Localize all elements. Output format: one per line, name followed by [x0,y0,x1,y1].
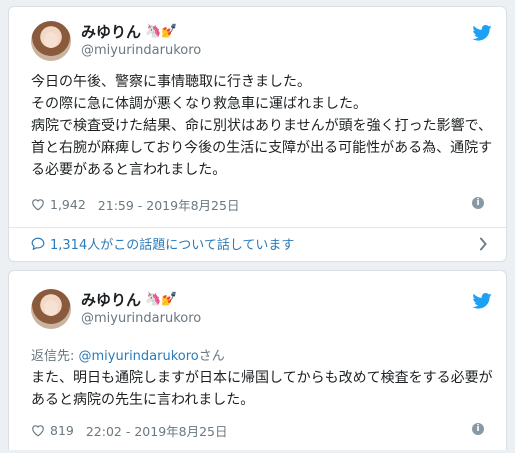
like-count[interactable]: 1,942 [50,197,86,212]
tweet-text-line: その際に急に体調が悪くなり救急車に運ばれました。 [31,96,367,112]
conversation-text: 1,314人がこの話題について話しています [50,238,295,253]
tweet-card: みゆりん 🦄💅 @miyurindarukoro 返信先: @miyurinda… [8,270,507,450]
timestamp[interactable]: 22:02 - 2019年8月25日 [86,421,228,440]
chevron-right-icon [479,236,487,251]
twitter-bird-icon[interactable] [472,293,492,309]
name-emojis: 🦄💅 [145,292,178,307]
heart-icon[interactable] [31,198,45,211]
info-icon[interactable]: i [472,197,484,209]
heart-icon[interactable] [31,424,45,437]
tweet-text-line: 今日の午後、警察に事情聴取に行きました。 [31,74,311,90]
user-handle[interactable]: @miyurindarukoro [81,311,201,326]
timestamp[interactable]: 21:59 - 2019年8月25日 [98,195,240,214]
reply-to: 返信先: @miyurindarukoroさん [31,345,225,364]
tweet-meta: 1,942 21:59 - 2019年8月25日 [31,195,239,214]
user-handle[interactable]: @miyurindarukoro [81,43,201,58]
user-name[interactable]: みゆりん [81,289,141,310]
reply-prefix: 返信先: [31,349,79,364]
divider [9,227,506,228]
avatar[interactable] [31,21,71,61]
user-name[interactable]: みゆりん [81,21,141,42]
tweet-text: 今日の午後、警察に事情聴取に行きました。 その際に急に体調が悪くなり救急車に運ば… [31,71,493,181]
tweet-text: また、明日も通院しますが日本に帰国してからも改めて検査をする必要があると病院の先… [31,367,493,411]
tweet-card: みゆりん 🦄💅 @miyurindarukoro 今日の午後、警察に事情聴取に行… [8,6,507,262]
tweet-text-line: また、明日も通院しますが日本に帰国してからも改めて検査をする必要があると病院の先… [31,370,493,408]
name-emojis: 🦄💅 [145,24,178,39]
twitter-bird-icon[interactable] [472,25,492,41]
like-count[interactable]: 819 [50,423,74,438]
info-icon[interactable]: i [472,423,484,435]
conversation-link[interactable]: 1,314人がこの話題について話しています [31,234,488,253]
reply-suffix: さん [198,349,225,364]
reply-handle-link[interactable]: @miyurindarukoro [79,349,199,364]
tweet-meta: 819 22:02 - 2019年8月25日 [31,421,228,440]
avatar[interactable] [31,289,71,329]
comment-bubble-icon [31,237,45,250]
tweet-text-line: 病院で検査受けた結果、命に別状はありませんが頭を強く打った影響で、首と右腕が麻痺… [31,118,493,178]
